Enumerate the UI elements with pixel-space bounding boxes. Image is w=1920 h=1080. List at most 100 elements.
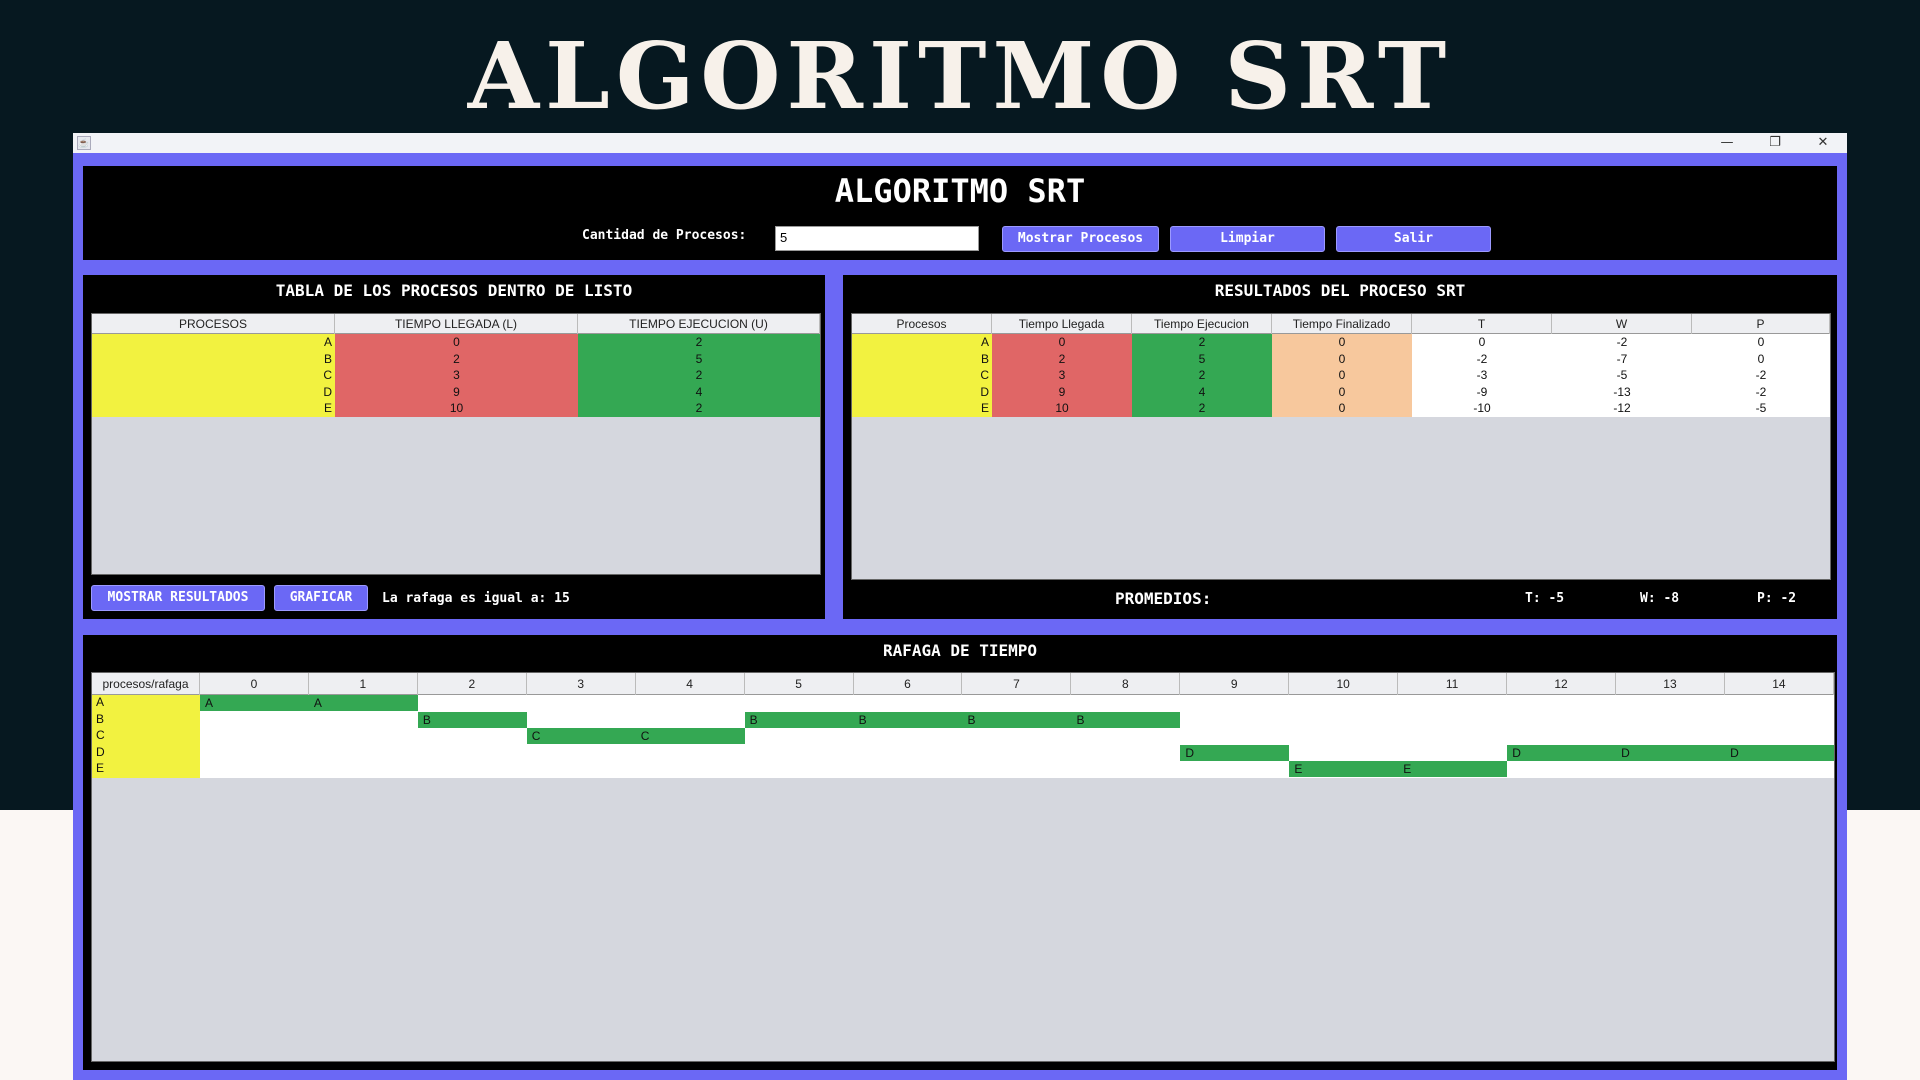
gantt-time-header: 13 — [1616, 673, 1725, 695]
results-table-cell: B — [852, 350, 992, 367]
results-table-cell: -5 — [1552, 367, 1692, 384]
results-table-cell: -5 — [1692, 400, 1830, 417]
gantt-time-header: 8 — [1071, 673, 1181, 695]
ready-table-panel: TABLA DE LOS PROCESOS DENTRO DE LISTO PR… — [83, 275, 825, 619]
gantt-process-label: E — [96, 761, 105, 776]
results-table-cell: 10 — [992, 400, 1132, 417]
gantt-bar-label: B — [422, 712, 431, 727]
ready-table[interactable]: PROCESOS TIEMPO LLEGADA (L) TIEMPO EJECUCI… — [91, 313, 821, 575]
results-table-cell: -2 — [1692, 367, 1830, 384]
ready-table-row[interactable]: C32 — [92, 367, 820, 384]
ready-table-row[interactable]: D94 — [92, 383, 820, 400]
gantt-table[interactable]: procesos/rafaga 0 1 2 3 4 5 6 7 8 9 10 11 12 13 14 ABCD… — [91, 672, 1835, 1062]
results-table-header-cell[interactable]: W — [1552, 314, 1692, 334]
results-table-header-cell[interactable]: Tiempo Llegada — [992, 314, 1132, 334]
gantt-time-header: 11 — [1398, 673, 1508, 695]
ready-table-cell: D — [92, 383, 335, 400]
results-table-row[interactable]: E 10 2 0 -10 -12 -5 — [852, 400, 1830, 417]
results-table-cell: 0 — [1272, 334, 1412, 351]
gantt-bar-label: C — [531, 729, 541, 744]
ready-table-row[interactable]: E 10 2 — [92, 400, 820, 417]
results-table-cell: 0 — [1692, 334, 1830, 351]
gantt-bar-label: B — [1076, 712, 1085, 727]
gantt-bar-label: B — [749, 712, 758, 727]
results-table-cell: -9 — [1412, 383, 1552, 400]
averages-label: PROMEDIOS: — [1115, 589, 1212, 608]
results-table-cell: -12 — [1552, 400, 1692, 417]
results-table-cell: 0 — [1412, 334, 1552, 351]
results-table-row[interactable]: A 0 2 0 0 -2 0 — [852, 334, 1830, 351]
results-table[interactable]: Procesos Tiempo Llegada Tiempo Ejecucion Ti… — [851, 313, 1831, 580]
ready-table-header-cell[interactable]: TIEMPO EJECUCION (U) — [578, 314, 820, 334]
ready-table-header-cell[interactable]: TIEMPO LLEGADA (L) — [335, 314, 578, 334]
gantt-bar-label: D — [1730, 745, 1739, 760]
show-results-button[interactable]: MOSTRAR RESULTADOS — [91, 585, 265, 611]
gantt-time-header: 6 — [854, 673, 963, 695]
results-table-row[interactable]: C 3 2 0 -3 -5 -2 — [852, 367, 1830, 384]
gantt-process-label: C — [96, 728, 105, 743]
results-table-cell: -2 — [1692, 383, 1830, 400]
gantt-bar-label: A — [205, 696, 214, 710]
gantt-time-header: 9 — [1180, 673, 1290, 695]
gantt-process-column — [92, 695, 200, 778]
show-processes-button[interactable]: Mostrar Procesos — [1002, 226, 1159, 252]
gantt-corner-header: procesos/rafaga — [92, 673, 200, 695]
results-table-header-cell[interactable]: Procesos — [852, 314, 992, 334]
results-table-header-cell[interactable]: P — [1692, 314, 1830, 334]
java-app-icon: ☕ — [77, 136, 91, 150]
results-table-header-cell[interactable]: Tiempo Finalizado — [1272, 314, 1412, 334]
results-table-cell: 3 — [992, 367, 1132, 384]
results-table-cell: -2 — [1552, 334, 1692, 351]
results-table-cell: 0 — [1272, 383, 1412, 400]
header-panel: ALGORITMO SRT Cantidad de Procesos: 5 Mo… — [83, 166, 1837, 260]
gantt-bar-label: A — [313, 696, 322, 710]
ready-table-row[interactable]: B25 — [92, 350, 820, 367]
restore-icon[interactable]: ❐ — [1752, 133, 1798, 153]
ready-table-cell: 9 — [335, 383, 578, 400]
page-title: ALGORITMO SRT — [467, 22, 1453, 130]
exit-button[interactable]: Salir — [1336, 226, 1491, 252]
ready-table-cell: B — [92, 350, 335, 367]
results-table-cell: A — [852, 334, 992, 351]
app-title: ALGORITMO SRT — [834, 172, 1086, 210]
gantt-bar — [1507, 744, 1834, 761]
results-table-cell: 0 — [1272, 400, 1412, 417]
close-icon[interactable]: ✕ — [1800, 133, 1846, 153]
ready-table-cell: 2 — [578, 400, 820, 417]
qty-input[interactable]: 5 — [775, 226, 979, 251]
ready-table-cell: E — [92, 400, 335, 417]
results-table-header-cell[interactable]: T — [1412, 314, 1552, 334]
results-table-cell: 2 — [1132, 367, 1272, 384]
results-table-cell: 0 — [1272, 367, 1412, 384]
gantt-body: ABCDEAABCCBBBBDEEDDD — [92, 695, 1834, 778]
results-table-row[interactable]: B 2 5 0 -2 -7 0 — [852, 350, 1830, 367]
ready-table-title: TABLA DE LOS PROCESOS DENTRO DE LISTO — [275, 281, 633, 300]
gantt-time-header: 2 — [418, 673, 527, 695]
gantt-bar — [1180, 744, 1290, 761]
clear-button[interactable]: Limpiar — [1170, 226, 1325, 252]
gantt-time-header: 10 — [1289, 673, 1399, 695]
results-table-header-cell[interactable]: Tiempo Ejecucion — [1132, 314, 1272, 334]
gantt-bar-label: D — [1512, 745, 1521, 760]
results-table-header: Procesos Tiempo Llegada Tiempo Ejecucion Ti… — [852, 314, 1830, 334]
results-title: RESULTADOS DEL PROCESO SRT — [1214, 281, 1466, 300]
gantt-bar-label: B — [858, 712, 867, 727]
gantt-time-header: 7 — [962, 673, 1072, 695]
gantt-bar — [744, 711, 1181, 728]
graph-button[interactable]: GRAFICAR — [274, 585, 368, 611]
ready-table-cell: 4 — [578, 383, 820, 400]
results-table-cell: -13 — [1552, 383, 1692, 400]
ready-table-header-cell[interactable]: PROCESOS — [92, 314, 335, 334]
results-table-cell: 0 — [992, 334, 1132, 351]
results-table-cell: 4 — [1132, 383, 1272, 400]
gantt-time-header: 1 — [309, 673, 418, 695]
avg-p-value: P: -2 — [1757, 591, 1797, 606]
results-table-row[interactable]: D 9 4 0 -9 -13 -2 — [852, 383, 1830, 400]
minimize-icon[interactable]: — — [1704, 133, 1750, 153]
ready-table-cell: A — [92, 334, 335, 351]
ready-table-row[interactable]: A02 — [92, 334, 820, 351]
app-window: ☕ — ❐ ✕ ALGORITMO SRT Cantidad de Proces… — [73, 133, 1847, 1080]
results-table-cell: -3 — [1412, 367, 1552, 384]
ready-table-cell: 2 — [335, 350, 578, 367]
results-table-cell: 9 — [992, 383, 1132, 400]
